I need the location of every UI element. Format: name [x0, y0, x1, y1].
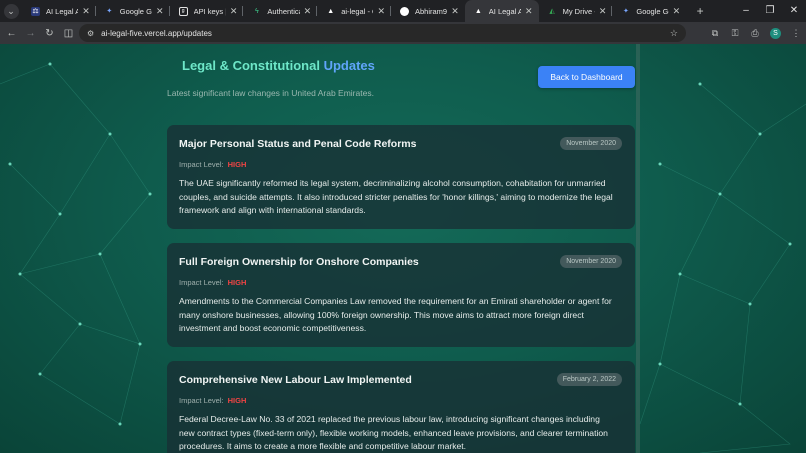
- browser-tab[interactable]: ⚖ AI Legal Aid ✕: [22, 0, 96, 22]
- github-icon: [399, 6, 409, 16]
- impact-level-value: HIGH: [227, 278, 247, 287]
- new-tab-button[interactable]: +: [692, 4, 708, 18]
- close-tab-icon[interactable]: ✕: [156, 6, 164, 17]
- impact-level: Impact Level: HIGH: [179, 160, 623, 169]
- impact-level-value: HIGH: [227, 396, 247, 405]
- tab-title: Authenticatio: [267, 6, 299, 16]
- address-bar[interactable]: ⚙ ai-legal-five.vercel.app/updates ☆: [79, 24, 686, 42]
- close-tab-icon[interactable]: ✕: [230, 6, 238, 17]
- browser-tab[interactable]: ✦ Google Gemi ✕: [612, 0, 686, 22]
- page-title-main: Legal & Constitutional: [182, 58, 320, 73]
- browser-toolbar: ← → ↻ ◫ ⚙ ai-legal-five.vercel.app/updat…: [0, 22, 806, 44]
- back-to-dashboard-button[interactable]: Back to Dashboard: [538, 66, 635, 88]
- browser-tab[interactable]: Abhiram925/ ✕: [391, 0, 465, 22]
- tab-title: AI Legal Aid: [46, 6, 79, 16]
- tab-search-button[interactable]: ⌄: [0, 0, 22, 22]
- extensions-icon[interactable]: ⧉: [705, 28, 725, 39]
- date-badge: February 2, 2022: [556, 373, 622, 386]
- close-tab-icon[interactable]: ✕: [673, 6, 681, 17]
- window-controls: – ❐ ✕: [734, 0, 806, 22]
- update-card: Comprehensive New Labour Law Implemented…: [167, 361, 635, 453]
- update-description: The UAE significantly reformed its legal…: [179, 178, 613, 215]
- close-tab-icon[interactable]: ✕: [599, 6, 607, 17]
- tab-title: ai-legal - Ov: [341, 6, 373, 16]
- groq-icon: g: [178, 6, 188, 16]
- chevron-down-icon: ⌄: [3, 3, 19, 19]
- close-tab-icon[interactable]: ✕: [525, 6, 533, 17]
- page-subtitle: Latest significant law changes in United…: [167, 88, 374, 98]
- back-arrow-icon[interactable]: ←: [2, 28, 21, 39]
- close-tab-icon[interactable]: ✕: [304, 6, 312, 17]
- close-tab-icon[interactable]: ✕: [451, 6, 459, 17]
- scrollbar-track[interactable]: [636, 44, 640, 453]
- tab-strip: ⌄ ⚖ AI Legal Aid ✕ ✦ Google Gemi ✕ g API…: [0, 0, 806, 22]
- update-card: Full Foreign Ownership for Onshore Compa…: [167, 243, 635, 347]
- page-title-highlight: Updates: [323, 58, 375, 73]
- minimize-icon[interactable]: –: [734, 0, 758, 22]
- scales-icon: ⚖: [31, 6, 40, 16]
- update-title: Major Personal Status and Penal Code Ref…: [179, 138, 417, 150]
- tab-title: Abhiram925/: [414, 6, 448, 16]
- update-card: Major Personal Status and Penal Code Ref…: [167, 125, 635, 229]
- impact-label: Impact Level:: [179, 396, 224, 405]
- tab-title: Google Gemi: [119, 6, 152, 16]
- vercel-icon: ▲: [474, 7, 482, 15]
- supabase-icon: ϟ: [255, 7, 259, 15]
- forward-arrow-icon[interactable]: →: [21, 28, 40, 39]
- site-info-icon[interactable]: ⚙: [87, 29, 94, 38]
- reload-icon[interactable]: ↻: [40, 28, 59, 39]
- impact-level: Impact Level: HIGH: [179, 278, 623, 287]
- impact-label: Impact Level:: [179, 160, 224, 169]
- gemini-icon: ✦: [106, 8, 113, 15]
- save-page-icon[interactable]: ⎙: [745, 28, 765, 39]
- tab-title: API keys | Gr: [193, 6, 226, 16]
- close-window-icon[interactable]: ✕: [782, 0, 806, 22]
- drive-icon: ◭: [549, 8, 555, 15]
- gemini-icon: ✦: [622, 8, 629, 15]
- browser-tab-active[interactable]: ▲ AI Legal Aid ✕: [464, 0, 539, 22]
- impact-label: Impact Level:: [179, 278, 224, 287]
- profile-avatar[interactable]: S: [770, 27, 781, 39]
- browser-tab[interactable]: ▲ ai-legal - Ov ✕: [317, 0, 391, 22]
- browser-tab[interactable]: ◭ My Drive - G ✕: [539, 0, 613, 22]
- date-badge: November 2020: [560, 255, 622, 268]
- passwords-key-icon[interactable]: ⚿: [725, 28, 745, 39]
- restore-icon[interactable]: ❐: [758, 0, 782, 22]
- update-description: Amendments to the Commercial Companies L…: [179, 296, 612, 333]
- close-tab-icon[interactable]: ✕: [377, 6, 385, 17]
- update-description: Federal Decree-Law No. 33 of 2021 replac…: [179, 414, 608, 451]
- tab-title: AI Legal Aid: [488, 6, 522, 16]
- more-menu-icon[interactable]: ⋮: [786, 28, 806, 39]
- browser-tab[interactable]: ϟ Authenticatio ✕: [243, 0, 318, 22]
- tab-title: My Drive - G: [562, 6, 595, 16]
- close-tab-icon[interactable]: ✕: [82, 6, 90, 17]
- page-viewport: Legal & Constitutional Updates Back to D…: [0, 44, 806, 453]
- url-text: ai-legal-five.vercel.app/updates: [101, 28, 212, 38]
- browser-tab[interactable]: ✦ Google Gemi ✕: [96, 0, 170, 22]
- split-view-icon[interactable]: ◫: [59, 28, 78, 39]
- bookmark-star-icon[interactable]: ☆: [670, 28, 678, 39]
- update-title: Full Foreign Ownership for Onshore Compa…: [179, 256, 419, 268]
- date-badge: November 2020: [560, 137, 622, 150]
- browser-tab[interactable]: g API keys | Gr ✕: [170, 0, 244, 22]
- page-title: Legal & Constitutional Updates: [182, 58, 375, 73]
- impact-level-value: HIGH: [227, 160, 247, 169]
- tab-title: Google Gemi: [636, 6, 669, 16]
- vercel-icon: ▲: [327, 7, 335, 15]
- impact-level: Impact Level: HIGH: [179, 396, 623, 405]
